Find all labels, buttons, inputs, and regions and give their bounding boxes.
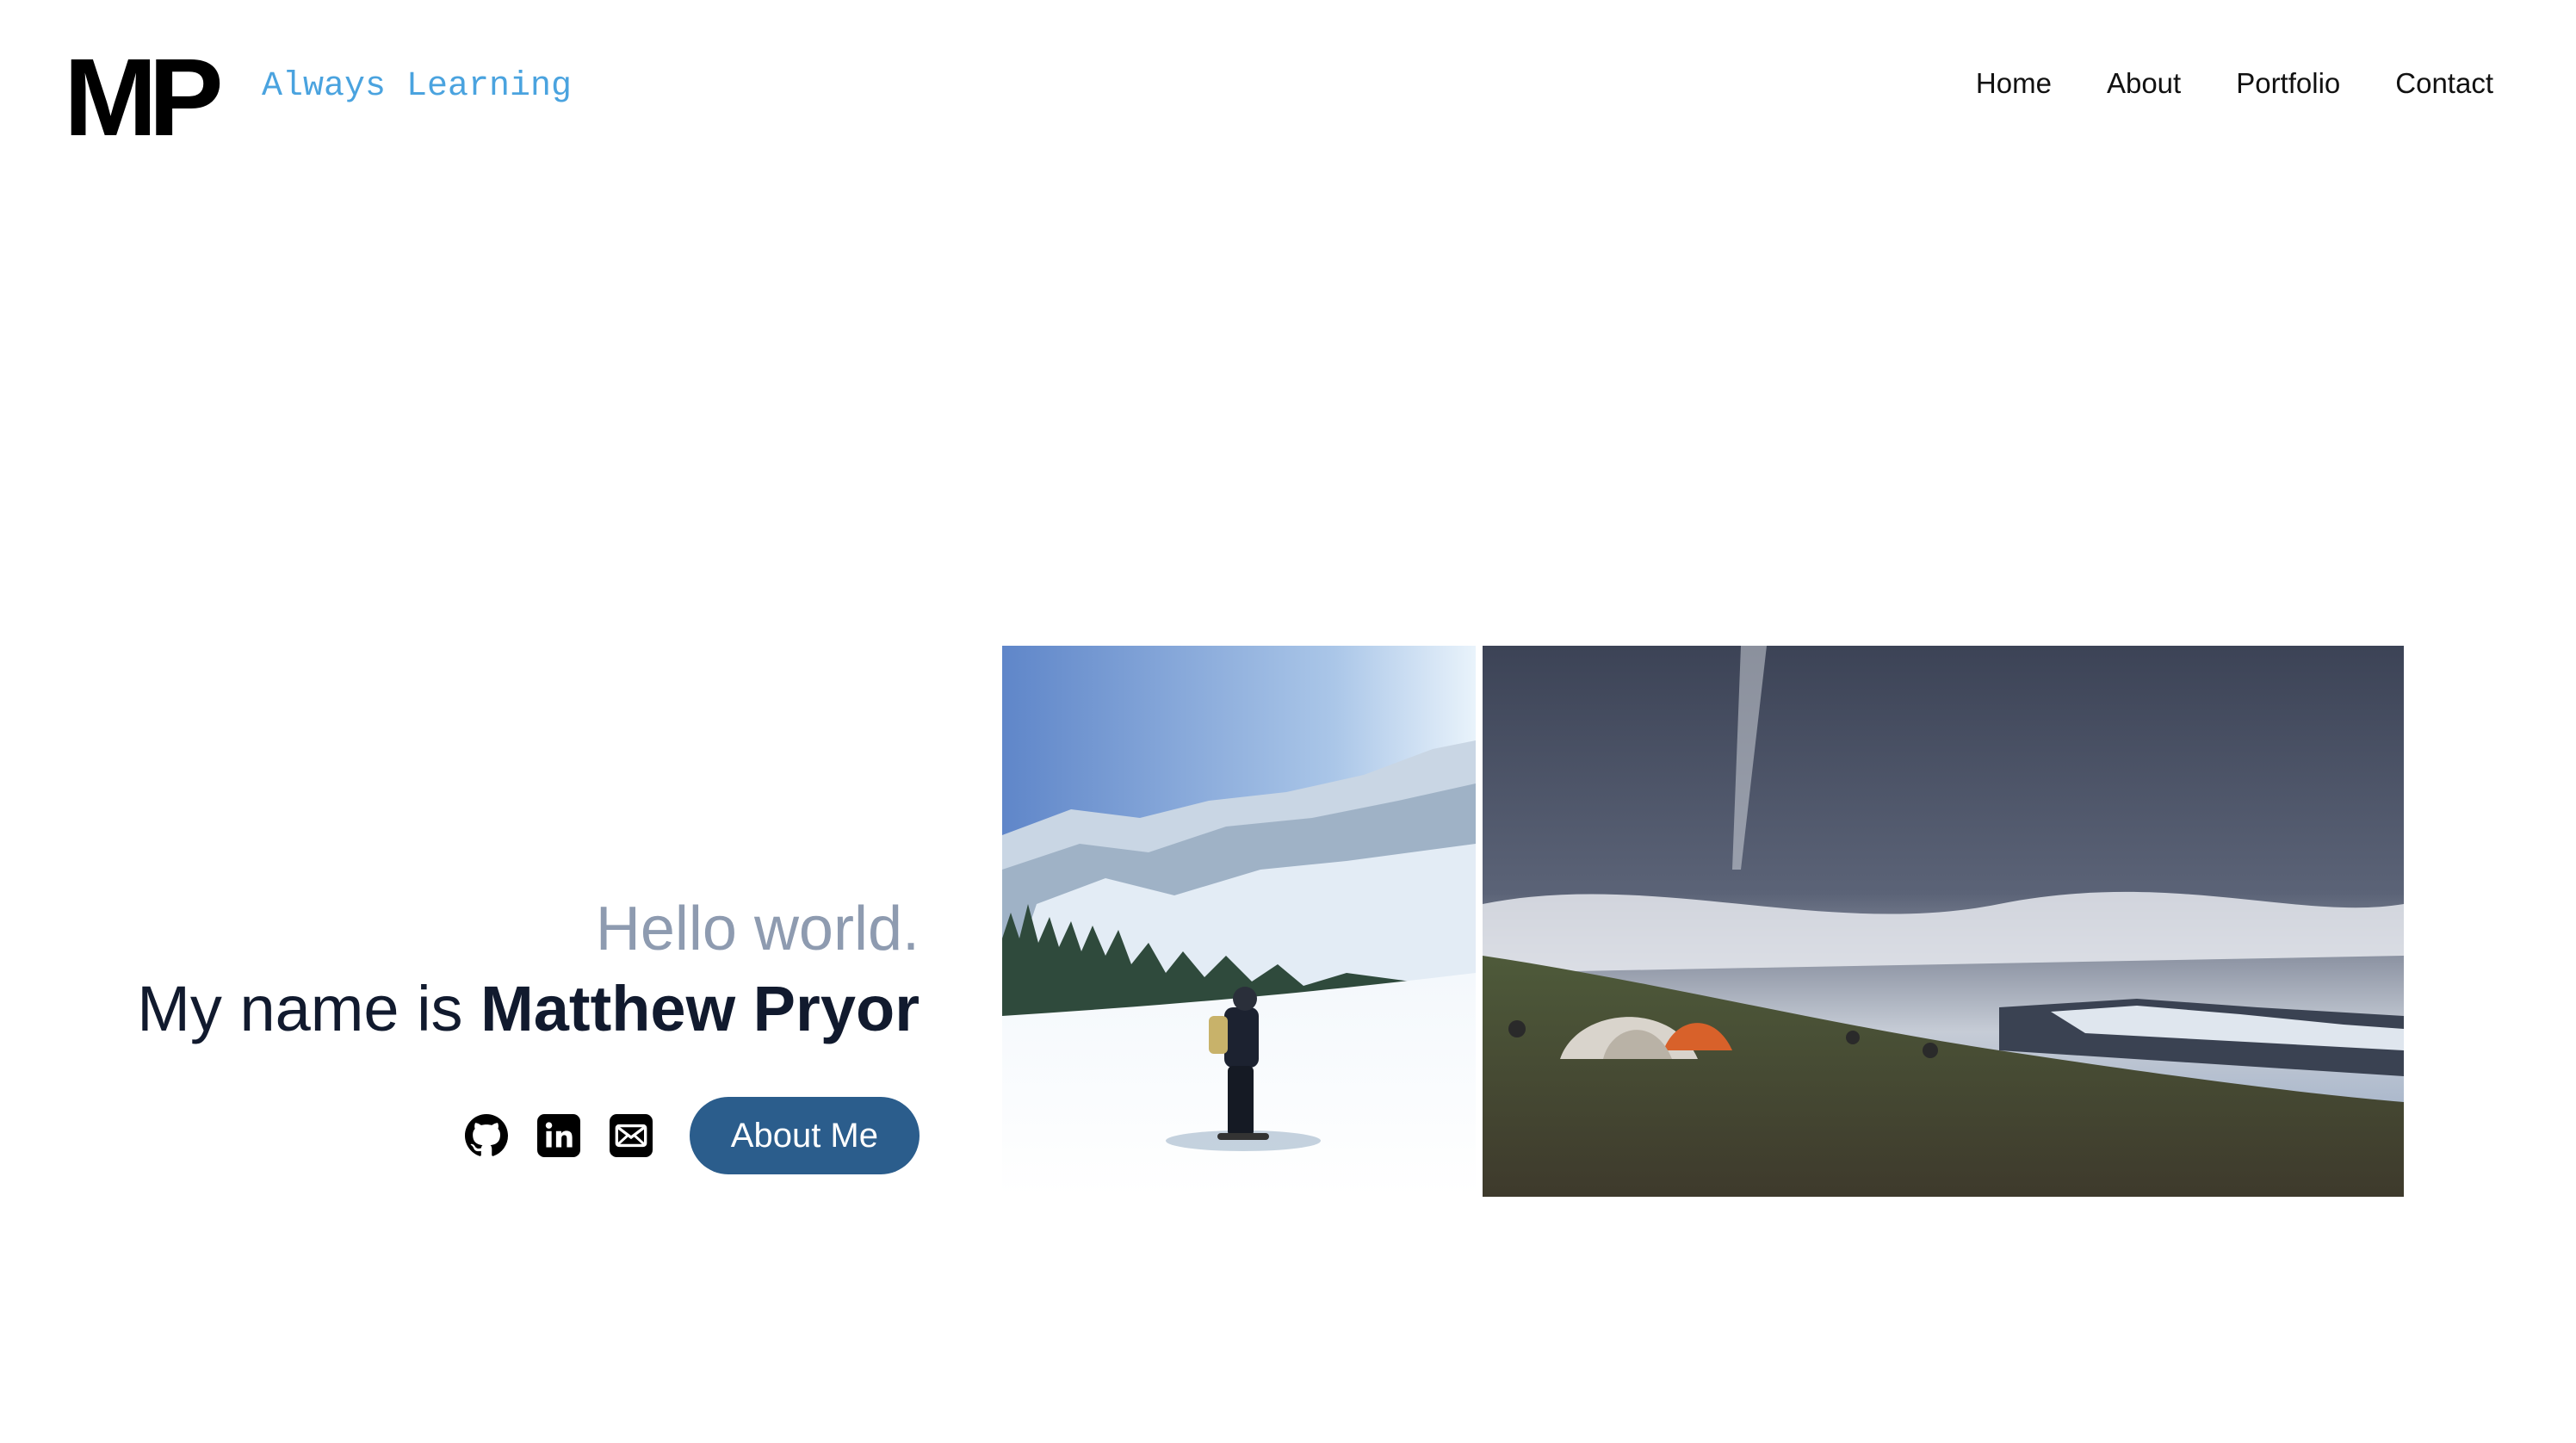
hero-actions: About Me xyxy=(462,1097,920,1174)
nav-portfolio[interactable]: Portfolio xyxy=(2236,67,2340,100)
nav-contact[interactable]: Contact xyxy=(2395,67,2493,100)
hero-intro: My name is xyxy=(137,973,463,1045)
photo-camp xyxy=(1483,646,2404,1197)
site-tagline: Always Learning xyxy=(262,67,573,106)
hero-text: Hello world. My name is Matthew Pryor xyxy=(137,892,920,1050)
site-logo[interactable]: MP xyxy=(64,43,224,153)
page: MP Always Learning Home About Portfolio … xyxy=(0,0,2576,1443)
hero-name: Matthew Pryor xyxy=(480,973,920,1045)
about-me-button[interactable]: About Me xyxy=(689,1097,920,1174)
nav-about[interactable]: About xyxy=(2107,67,2181,100)
github-icon[interactable] xyxy=(462,1112,511,1160)
main-nav: Home About Portfolio Contact xyxy=(1976,67,2493,100)
email-icon[interactable] xyxy=(607,1112,655,1160)
nav-home[interactable]: Home xyxy=(1976,67,2052,100)
hero-name-line: My name is Matthew Pryor xyxy=(137,969,920,1050)
linkedin-icon[interactable] xyxy=(535,1112,583,1160)
photo-snowboarder xyxy=(1002,646,1476,1197)
hero-greeting: Hello world. xyxy=(595,895,920,963)
